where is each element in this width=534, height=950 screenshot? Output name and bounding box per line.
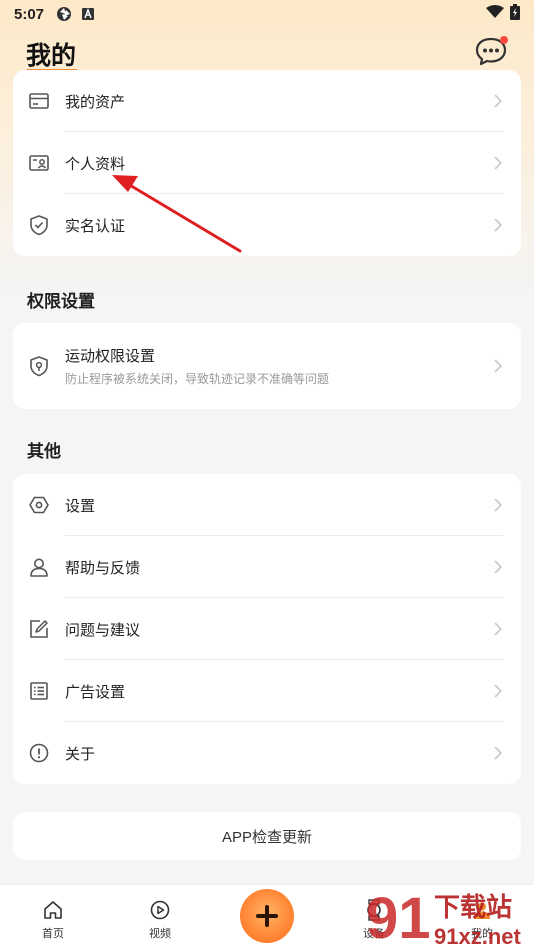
menu-label: 广告设置: [65, 683, 126, 701]
home-icon: [44, 901, 62, 919]
menu-label: 设置: [65, 497, 96, 515]
chevron-right-icon: [494, 498, 503, 512]
aperture-icon: [56, 6, 72, 22]
settings-hex-icon: [27, 493, 51, 517]
a-badge-icon: [82, 8, 95, 20]
wallet-icon: [27, 89, 51, 113]
check-update-button[interactable]: APP检查更新: [13, 812, 521, 860]
menu-label: 实名认证: [65, 217, 126, 235]
account-card: 我的资产 个人资料 实名认证: [13, 70, 521, 256]
menu-item-motion-permission[interactable]: 运动权限设置 防止程序被系统关闭，导致轨迹记录不准确等问题: [13, 323, 521, 409]
section-title-other: 其他: [27, 442, 61, 461]
wifi-icon: [486, 5, 504, 23]
menu-item-profile[interactable]: 个人资料: [13, 132, 521, 194]
bottom-tab-bar: 首页 视频 设备 我的: [0, 884, 534, 950]
tab-home[interactable]: 首页: [23, 899, 83, 941]
menu-sublabel: 防止程序被系统关闭，导致轨迹记录不准确等问题: [65, 372, 330, 386]
menu-label: 问题与建议: [65, 621, 141, 639]
permissions-card: 运动权限设置 防止程序被系统关闭，导致轨迹记录不准确等问题: [13, 323, 521, 409]
play-circle-icon: [150, 900, 170, 920]
page-header: 我的: [0, 28, 534, 76]
notification-dot: [500, 36, 508, 44]
shield-check-icon: [27, 213, 51, 237]
list-icon: [27, 679, 51, 703]
tab-device[interactable]: 设备: [344, 899, 404, 941]
tab-video[interactable]: 视频: [130, 899, 190, 941]
menu-item-assets[interactable]: 我的资产: [13, 70, 521, 132]
message-button[interactable]: [474, 36, 508, 66]
tab-label: 视频: [149, 928, 171, 940]
info-exclamation-icon: [27, 741, 51, 765]
chevron-right-icon: [494, 746, 503, 760]
menu-item-about[interactable]: 关于: [13, 722, 521, 784]
plus-icon: [256, 905, 278, 927]
chevron-right-icon: [494, 359, 503, 373]
person-icon: [27, 555, 51, 579]
status-bar: 5:07: [0, 0, 534, 28]
battery-icon: [510, 4, 520, 24]
menu-label: 运动权限设置: [65, 348, 156, 365]
menu-item-feedback[interactable]: 问题与建议: [13, 598, 521, 660]
tab-label: 设备: [363, 928, 385, 940]
id-card-icon: [27, 151, 51, 175]
menu-item-help[interactable]: 帮助与反馈: [13, 536, 521, 598]
chevron-right-icon: [494, 156, 503, 170]
tab-label: 首页: [42, 928, 64, 940]
tab-mine[interactable]: 我的: [452, 899, 512, 941]
shield-location-icon: [27, 354, 51, 378]
chevron-right-icon: [494, 622, 503, 636]
page-title: 我的: [26, 42, 77, 70]
status-time: 5:07: [14, 5, 45, 23]
menu-item-ad-settings[interactable]: 广告设置: [13, 660, 521, 722]
chevron-right-icon: [494, 94, 503, 108]
edit-note-icon: [27, 617, 51, 641]
chevron-right-icon: [494, 684, 503, 698]
add-activity-button[interactable]: [240, 889, 294, 943]
other-card: 设置 帮助与反馈 问题与建议 广告设置 关于: [13, 474, 521, 784]
chevron-right-icon: [494, 560, 503, 574]
watch-icon: [367, 899, 381, 921]
menu-label: 个人资料: [65, 155, 126, 173]
menu-item-real-name[interactable]: 实名认证: [13, 194, 521, 256]
profile-icon: [474, 902, 490, 919]
menu-label: 帮助与反馈: [65, 559, 141, 577]
menu-item-settings[interactable]: 设置: [13, 474, 521, 536]
tab-label: 我的: [471, 928, 493, 940]
menu-label: 我的资产: [65, 93, 126, 111]
menu-label: 关于: [65, 745, 96, 763]
chevron-right-icon: [494, 218, 503, 232]
section-title-permissions: 权限设置: [27, 292, 95, 311]
